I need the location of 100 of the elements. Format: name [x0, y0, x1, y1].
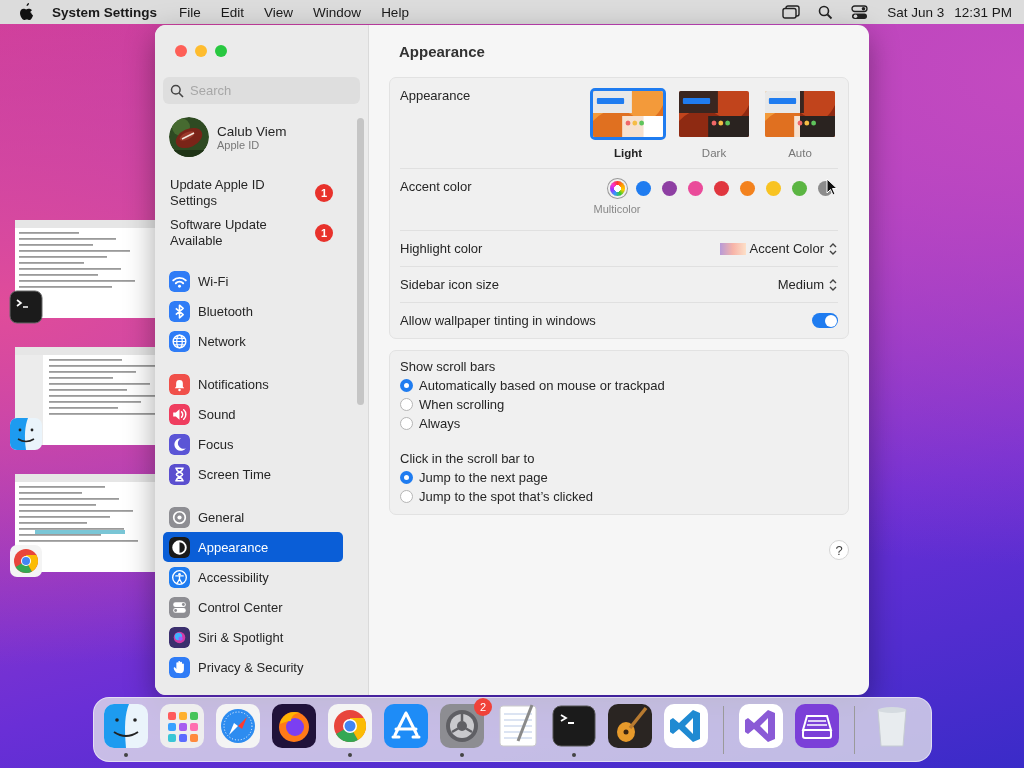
notification-badge: 2 — [474, 697, 492, 716]
gear-icon — [169, 506, 190, 528]
window-preview-icon — [676, 88, 752, 140]
toggles-icon[interactable] — [851, 4, 869, 20]
menu-item[interactable]: Edit — [210, 4, 255, 20]
sidebar-item[interactable]: General — [163, 502, 343, 532]
menu-item[interactable]: File — [169, 4, 211, 20]
menu-item[interactable]: Window — [303, 4, 372, 20]
toggles-icon — [169, 596, 190, 618]
window-thumbnail[interactable] — [15, 474, 155, 572]
radio-button[interactable] — [400, 471, 413, 484]
contrast-icon — [169, 536, 190, 558]
alert-item[interactable]: Software Update Available — [170, 217, 295, 249]
bell-icon — [169, 373, 190, 395]
sidebar-item[interactable]: Privacy & Security — [163, 652, 343, 682]
sidebar-item[interactable]: Bluetooth — [163, 296, 343, 326]
radio-option[interactable]: Jump to the spot that’s clicked — [400, 487, 593, 506]
row-label: Highlight color — [400, 241, 483, 256]
folded-ribbon-icon[interactable] — [662, 701, 710, 750]
window-thumbnail[interactable] — [15, 347, 155, 445]
notification-badge: 1 — [315, 184, 333, 202]
account-name[interactable]: Calub Viem — [217, 123, 287, 139]
color-swatch[interactable] — [687, 181, 703, 196]
color-swatch[interactable] — [609, 181, 625, 196]
app-grid-icon[interactable] — [158, 701, 206, 750]
hand-icon — [169, 656, 190, 678]
account-subtitle: Apple ID — [217, 138, 261, 151]
menu-item[interactable]: View — [254, 4, 304, 20]
globe-icon — [169, 330, 190, 352]
colored-ring-icon[interactable] — [9, 544, 43, 578]
radio-option[interactable]: Automatically based on mouse or trackpad — [400, 376, 665, 395]
sidebar-item[interactable]: Appearance — [163, 532, 343, 562]
person-icon — [169, 566, 190, 588]
radio-button[interactable] — [400, 490, 413, 503]
crossed-tools-icon[interactable] — [382, 701, 430, 750]
color-swatch[interactable] — [635, 181, 651, 196]
menu-bar-date[interactable]: Sat Jun 3 — [887, 4, 945, 20]
radio-option[interactable]: Always — [400, 414, 461, 433]
help-button[interactable]: ? — [829, 540, 849, 560]
radio-button[interactable] — [400, 417, 413, 430]
color-swatch[interactable] — [739, 181, 755, 196]
sidebar-item[interactable]: Wi-Fi — [163, 266, 343, 296]
appearance-option[interactable]: Dark — [676, 88, 752, 159]
radio-button[interactable] — [400, 398, 413, 411]
folded-ribbon-icon[interactable] — [737, 701, 785, 750]
size-popup[interactable]: Medium — [777, 277, 838, 292]
appearance-option[interactable]: Light — [590, 88, 666, 159]
appearance-option[interactable]: Auto — [762, 88, 838, 159]
compass-icon[interactable] — [214, 701, 262, 750]
sidebar-item[interactable]: Focus — [163, 429, 343, 459]
orb-icon — [169, 626, 190, 648]
window-preview-icon — [590, 88, 666, 140]
guitar-icon[interactable] — [606, 701, 654, 750]
row-label: Allow wallpaper tinting in windows — [400, 313, 596, 328]
fox-globe-icon[interactable] — [270, 701, 318, 750]
page-title: Appearance — [399, 43, 486, 62]
radio-option[interactable]: When scrolling — [400, 395, 505, 414]
sidebar-item[interactable]: Sound — [163, 399, 343, 429]
window-preview-icon — [762, 88, 838, 140]
sidebar-item[interactable]: Accessibility — [163, 562, 343, 592]
hourglass-icon — [169, 463, 190, 485]
close-button[interactable] — [175, 45, 187, 57]
menu-item[interactable]: Help — [371, 4, 419, 20]
toggle-switch[interactable] — [812, 313, 838, 328]
window-thumbnail[interactable] — [15, 220, 155, 318]
color-swatch[interactable] — [791, 181, 807, 196]
pointer-icon — [826, 178, 838, 196]
gear-icon[interactable] — [438, 701, 486, 750]
speaker-icon — [169, 403, 190, 425]
stacked-tray-icon[interactable] — [793, 701, 841, 750]
apple-logo-icon[interactable] — [18, 3, 34, 21]
smiling-face-icon[interactable] — [9, 417, 43, 451]
color-swatch[interactable] — [661, 181, 677, 196]
windows-icon[interactable] — [782, 5, 801, 19]
terminal-icon[interactable] — [9, 290, 43, 324]
alert-item[interactable]: Update Apple ID Settings — [170, 177, 295, 209]
sidebar-item[interactable]: Siri & Spotlight — [163, 622, 343, 652]
sidebar-item[interactable]: Network — [163, 326, 343, 356]
smiling-face-icon[interactable] — [102, 701, 150, 750]
wifi-icon — [169, 270, 190, 292]
chevron-icon — [828, 277, 838, 292]
colored-ring-icon[interactable] — [326, 701, 374, 750]
radio-option[interactable]: Jump to the next page — [400, 468, 548, 487]
notification-badge: 1 — [315, 224, 333, 242]
radio-button[interactable] — [400, 379, 413, 392]
swatch-caption: Multicolor — [593, 203, 641, 215]
row-label: Appearance — [400, 88, 471, 103]
sidebar-item[interactable]: Notifications — [163, 369, 343, 399]
color-swatch[interactable] — [765, 181, 781, 196]
bluetooth-icon — [169, 300, 190, 322]
search-icon[interactable] — [818, 4, 834, 20]
sidebar-item[interactable]: Screen Time — [163, 459, 343, 489]
app-menu[interactable]: System Settings — [34, 4, 170, 20]
sidebar-item[interactable]: Control Center — [163, 592, 343, 622]
highlight-popup[interactable]: Accent Color — [719, 241, 838, 256]
menu-bar-time[interactable]: 12:31 PM — [954, 4, 1012, 20]
row-label: Accent color — [400, 179, 472, 194]
scroll-bar[interactable] — [357, 118, 364, 405]
group-label: Click in the scroll bar to — [400, 451, 536, 466]
color-swatch[interactable] — [713, 181, 729, 196]
